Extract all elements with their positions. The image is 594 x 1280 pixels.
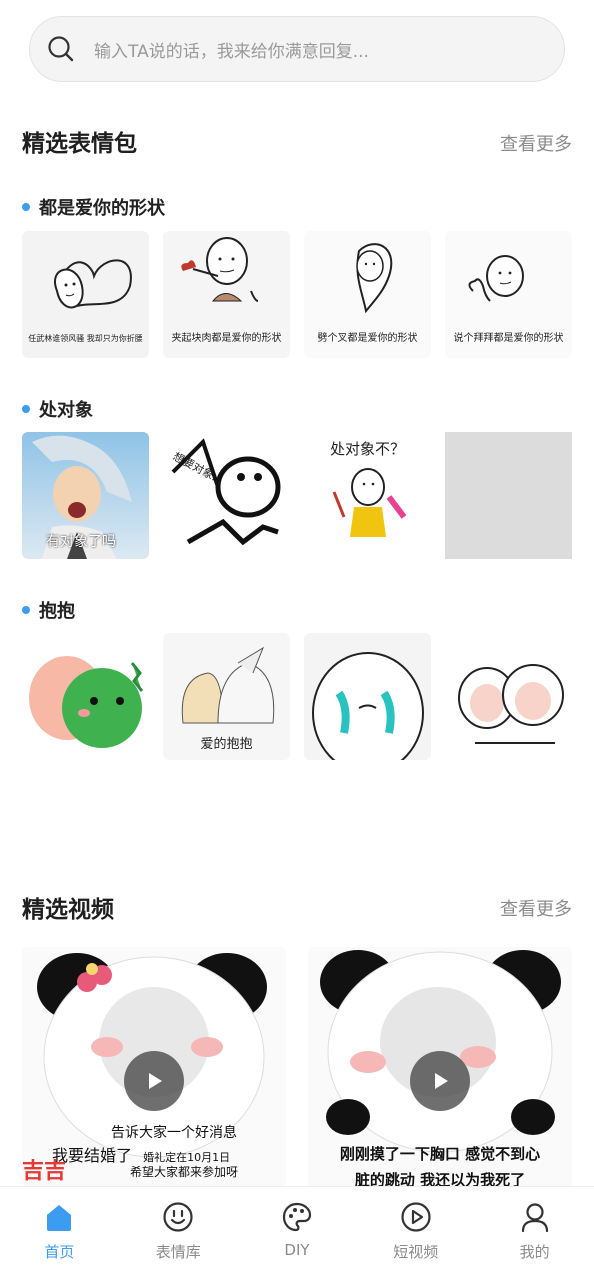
category-title: 都是爱你的形状 xyxy=(22,194,165,220)
search-icon xyxy=(48,36,74,62)
sticker-tile[interactable]: 有对象了吗 xyxy=(22,432,149,559)
tab-label: 短视频 xyxy=(393,1243,439,1261)
tab-label: 表情库 xyxy=(155,1243,201,1261)
sticker-caption: 有对象了吗 xyxy=(46,534,116,550)
tab-label: 首页 xyxy=(44,1243,75,1261)
sticker-tile[interactable]: 劈个叉都是爱你的形状 xyxy=(304,231,431,358)
video-caption-2: 脏的跳动 我还以为我死了 xyxy=(354,1171,526,1187)
sticker-caption: 爱的抱抱 xyxy=(200,737,253,752)
stickers-section-title: 精选表情包 xyxy=(22,131,137,157)
sticker-caption: 劈个叉都是爱你的形状 xyxy=(317,333,418,344)
sticker-tile[interactable]: 爱的抱抱 xyxy=(163,633,290,760)
tab-label: 我的 xyxy=(519,1243,550,1261)
sticker-row: 爱的抱抱 xyxy=(22,633,572,760)
home-icon xyxy=(47,1205,72,1231)
sticker-caption: 处对象不？ xyxy=(329,440,405,458)
category-label: 抱抱 xyxy=(39,601,75,622)
sticker-caption: 夹起块肉都是爱你的形状 xyxy=(171,333,282,344)
tab-me[interactable]: 我的 xyxy=(475,1187,594,1280)
play-icon xyxy=(149,1073,162,1089)
video-card[interactable]: 告诉大家一个好消息 我要结婚了 婚礼定在10月1日 希望大家都来参加呀 吉吉 xyxy=(22,947,286,1187)
sticker-tile[interactable]: 处对象不？ xyxy=(304,432,431,559)
category-label: 处对象 xyxy=(39,400,93,421)
sticker-tile[interactable] xyxy=(445,432,572,559)
bullet-dot xyxy=(22,203,30,211)
palette-icon xyxy=(282,1202,312,1232)
sticker-drawing xyxy=(458,664,564,744)
tab-stickers[interactable]: 表情库 xyxy=(119,1187,238,1280)
video-card[interactable]: 刚刚摸了一下胸口 感觉不到心 脏的跳动 我还以为我死了 xyxy=(308,947,572,1187)
sticker-caption: 说个拜拜都是爱你的形状 xyxy=(453,333,564,344)
video-caption-1: 刚刚摸了一下胸口 感觉不到心 xyxy=(339,1145,541,1163)
videos-section-title: 精选视频 xyxy=(22,897,114,923)
search-bar[interactable]: 输入TA说的话，我来给你满意回复... xyxy=(29,16,565,82)
sticker-tile[interactable] xyxy=(22,633,149,760)
stickers-more-link[interactable]: 查看更多 xyxy=(500,130,572,156)
tab-home[interactable]: 首页 xyxy=(0,1187,119,1280)
sticker-tile[interactable]: 想要对象... xyxy=(163,432,290,559)
category-label: 都是爱你的形状 xyxy=(39,198,165,219)
user-icon xyxy=(521,1203,548,1233)
sticker-tile[interactable]: 夹起块肉都是爱你的形状 xyxy=(163,231,290,358)
sticker-tile[interactable]: 任武林谁领风骚 我却只为你折腰 xyxy=(22,231,149,358)
category-title: 抱抱 xyxy=(22,597,75,623)
sticker-tile[interactable]: 说个拜拜都是爱你的形状 xyxy=(445,231,572,358)
category-title: 处对象 xyxy=(22,396,93,422)
sticker-tile[interactable] xyxy=(304,633,431,760)
sticker-drawing xyxy=(312,652,424,760)
sticker-row: 任武林谁领风骚 我却只为你折腰 夹起块肉都是爱你的形状 劈个叉都是爱你的形状 说… xyxy=(22,231,572,358)
bullet-dot xyxy=(22,405,30,413)
tab-label: DIY xyxy=(284,1241,310,1259)
video-corner-text: 吉吉 xyxy=(22,1159,67,1184)
play-button[interactable] xyxy=(410,1051,470,1111)
tab-diy[interactable]: DIY xyxy=(238,1187,357,1280)
sticker-tile[interactable] xyxy=(445,633,572,760)
tab-video[interactable]: 短视频 xyxy=(356,1187,475,1280)
video-caption-3: 希望大家都来参加呀 xyxy=(129,1165,238,1179)
play-button[interactable] xyxy=(124,1051,184,1111)
video-caption-1: 告诉大家一个好消息 xyxy=(111,1125,237,1141)
bullet-dot xyxy=(22,606,30,614)
sticker-drawing xyxy=(29,656,144,748)
search-placeholder: 输入TA说的话，我来给你满意回复... xyxy=(94,41,369,62)
sticker-row: 有对象了吗 想要对象... 处对象不？ xyxy=(22,432,572,559)
sticker-caption: 任武林谁领风骚 我却只为你折腰 xyxy=(28,334,143,343)
smiley-icon xyxy=(163,1202,193,1232)
play-circle-icon xyxy=(401,1202,431,1232)
bottom-tab-bar: 首页 表情库 DIY 短视频 我的 xyxy=(0,1186,594,1280)
play-icon xyxy=(435,1073,448,1089)
videos-more-link[interactable]: 查看更多 xyxy=(500,895,572,921)
